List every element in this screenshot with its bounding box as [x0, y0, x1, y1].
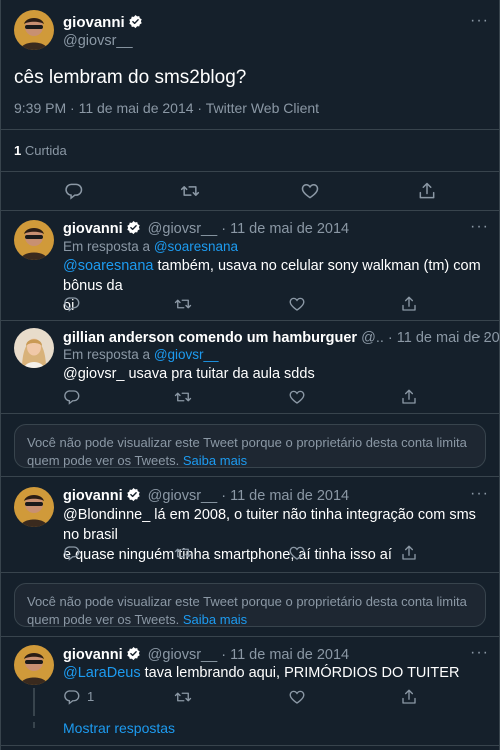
divider — [1, 476, 500, 477]
user-handle[interactable]: @giovsr__ — [148, 488, 218, 504]
retweet-icon[interactable] — [174, 688, 192, 706]
reply-actions: 1 — [1, 688, 500, 708]
retweet-icon[interactable] — [174, 295, 192, 313]
avatar[interactable] — [14, 645, 54, 685]
divider — [1, 572, 500, 573]
notice-text: Você não pode visualizar este Tweet porq… — [27, 594, 467, 609]
learn-more-link[interactable]: Saiba mais — [183, 453, 247, 468]
learn-more-link[interactable]: Saiba mais — [183, 612, 247, 627]
reply-actions — [1, 544, 500, 564]
reply-actions — [1, 388, 500, 408]
more-icon[interactable]: ··· — [470, 328, 489, 346]
divider — [1, 171, 500, 172]
reply-count: 1 — [87, 689, 95, 704]
tweet-timestamp[interactable]: 9:39 PM · 11 de mai de 2014 · Twitter We… — [14, 100, 319, 116]
notice-text: quem pode ver os Tweets. — [27, 453, 180, 468]
like-icon[interactable] — [288, 295, 306, 313]
reply-label: Em resposta a — [63, 347, 151, 362]
avatar[interactable] — [14, 220, 54, 260]
divider — [1, 413, 500, 414]
avatar[interactable] — [14, 10, 54, 50]
reply-icon[interactable] — [63, 295, 81, 313]
divider — [1, 129, 500, 130]
tweet-text: cês lembram do sms2blog? — [14, 67, 247, 88]
tweet-date[interactable]: · 11 de mai de 2014 — [221, 488, 349, 504]
divider — [1, 636, 500, 637]
like-icon[interactable] — [288, 688, 306, 706]
reply-icon[interactable] — [63, 688, 81, 706]
user-handle[interactable]: @giovsr__ — [63, 33, 133, 49]
avatar[interactable] — [14, 487, 54, 527]
reply-to-link[interactable]: @giovsr__ — [154, 347, 219, 362]
show-replies-link[interactable]: Mostrar respostas — [63, 720, 175, 736]
share-icon[interactable] — [400, 688, 418, 706]
main-actions — [1, 181, 500, 201]
share-icon[interactable] — [400, 388, 418, 406]
likes-stat[interactable]: 1 Curtida — [14, 143, 67, 158]
likes-label: Curtida — [24, 143, 67, 158]
more-icon[interactable]: ··· — [470, 218, 489, 236]
reply-label: Em resposta a — [63, 239, 151, 254]
user-handle[interactable]: @giovsr__ — [148, 221, 218, 237]
mention-link[interactable]: @LaraDeus — [63, 665, 141, 681]
more-icon[interactable]: ··· — [470, 12, 489, 30]
thread-dot — [33, 722, 35, 728]
reply-actions — [1, 295, 500, 315]
more-icon[interactable]: ··· — [470, 485, 489, 503]
tweet-text: @giovsr_ usava pra tuitar da aula sdds — [63, 366, 315, 382]
retweet-icon[interactable] — [180, 181, 200, 201]
user-name[interactable]: giovanni — [63, 647, 123, 663]
share-icon[interactable] — [400, 295, 418, 313]
user-name[interactable]: giovanni — [63, 221, 123, 237]
share-icon[interactable] — [417, 181, 437, 201]
divider — [1, 320, 500, 321]
reply-icon[interactable] — [63, 544, 81, 562]
notice-text: Você não pode visualizar este Tweet porq… — [27, 435, 467, 450]
tweet-date[interactable]: · 11 de mai de 2014 — [221, 221, 349, 237]
divider — [1, 745, 500, 746]
verified-icon — [126, 487, 141, 502]
verified-icon — [128, 14, 143, 29]
mention-link[interactable]: @soaresnana — [63, 258, 154, 274]
share-icon[interactable] — [400, 544, 418, 562]
more-icon[interactable]: ··· — [470, 644, 489, 662]
tweet-text-line: @Blondinne_ lá em 2008, o tuiter não tin… — [63, 507, 476, 543]
verified-icon — [126, 220, 141, 235]
like-icon[interactable] — [300, 181, 320, 201]
likes-count: 1 — [14, 143, 22, 158]
retweet-icon[interactable] — [174, 544, 192, 562]
tweet-thread: giovanni @giovsr__ ··· cês lembram do sm… — [0, 0, 500, 750]
like-icon[interactable] — [288, 388, 306, 406]
like-icon[interactable] — [288, 544, 306, 562]
notice-text: quem pode ver os Tweets. — [27, 612, 180, 627]
restricted-tweet-notice: Você não pode visualizar este Tweet porq… — [14, 583, 486, 627]
avatar[interactable] — [14, 328, 54, 368]
user-name[interactable]: giovanni — [63, 488, 123, 504]
reply-icon[interactable] — [63, 388, 81, 406]
tweet-text: @LaraDeus tava lembrando aqui, PRIMÓRDIO… — [63, 663, 488, 683]
retweet-icon[interactable] — [174, 388, 192, 406]
tweet-date[interactable]: · 11 de mai de 2014 — [221, 647, 349, 663]
restricted-tweet-notice: Você não pode visualizar este Tweet porq… — [14, 424, 486, 468]
tweet-text-line: tava lembrando aqui, PRIMÓRDIOS DO TUITE… — [144, 665, 460, 681]
user-handle[interactable]: @.. — [361, 330, 384, 346]
reply-icon[interactable] — [64, 181, 84, 201]
divider — [1, 210, 500, 211]
user-handle[interactable]: @giovsr__ — [148, 647, 218, 663]
user-name[interactable]: giovanni — [63, 14, 125, 31]
reply-to-link[interactable]: @soaresnana — [154, 239, 238, 254]
user-name[interactable]: gillian anderson comendo um hamburguer — [63, 330, 357, 346]
verified-icon — [126, 646, 141, 661]
